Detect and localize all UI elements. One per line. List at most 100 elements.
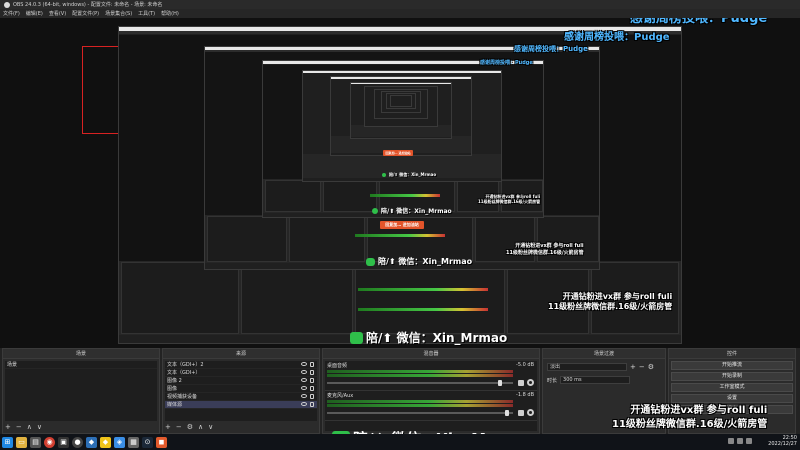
menu-help[interactable]: 帮助(H) bbox=[161, 10, 179, 17]
speaker-icon[interactable] bbox=[518, 380, 524, 386]
transitions-dock-title: 场景过渡 bbox=[543, 349, 665, 359]
lock-icon[interactable] bbox=[310, 370, 314, 375]
menu-scene-collection[interactable]: 场景集合(S) bbox=[105, 10, 132, 17]
promo-line-1: 开通钻粉进vx群 参与roll fuli bbox=[630, 405, 768, 416]
nested-obs-capture bbox=[390, 95, 412, 107]
start-streaming-button[interactable]: 开始推流 bbox=[671, 361, 793, 370]
transition-properties-button[interactable]: ⚙ bbox=[648, 363, 654, 371]
volume-slider-handle[interactable] bbox=[498, 380, 502, 386]
remove-transition-button[interactable]: − bbox=[639, 363, 645, 371]
wechat-overlay-nested: 陪/⬆ 微信：Xin_Mrmao bbox=[350, 329, 507, 346]
tray-icon[interactable] bbox=[728, 438, 734, 444]
promo-text-nested: 开通钻粉进vx群 参与roll fuli 11级粉丝牌微信群.16级/火箭房管 bbox=[548, 292, 673, 311]
danmaku-thanks: 感谢周榜投喂：Pudge bbox=[564, 32, 670, 43]
remove-source-button[interactable]: − bbox=[176, 423, 182, 431]
source-item[interactable]: 图像 2 bbox=[165, 377, 317, 385]
danmaku-thanks: 感谢周榜投喂：Pudge bbox=[514, 45, 588, 53]
move-scene-down-button[interactable]: ∨ bbox=[37, 423, 42, 431]
menu-tools[interactable]: 工具(T) bbox=[138, 10, 155, 17]
lock-icon[interactable] bbox=[310, 362, 314, 367]
add-scene-button[interactable]: + bbox=[5, 423, 11, 431]
promo-text-nested: 开通钻粉进vx群 参与roll fuli 11级粉丝牌微信群.16级/火箭房管 bbox=[478, 194, 541, 204]
nested-audio-meter bbox=[358, 288, 488, 291]
chrome-icon[interactable]: ◉ bbox=[44, 436, 55, 448]
remove-scene-button[interactable]: − bbox=[16, 423, 22, 431]
move-source-up-button[interactable]: ∧ bbox=[198, 423, 203, 431]
audio-meter bbox=[327, 374, 513, 377]
app-icon[interactable]: ◆ bbox=[86, 436, 97, 448]
preview-canvas[interactable]: 回复加… 进加油站 回复加… 进加油站 感谢周榜投喂：Pudge 感谢周榜投喂：… bbox=[0, 18, 800, 348]
visibility-eye-icon[interactable] bbox=[301, 362, 307, 366]
app-icon[interactable]: ▦ bbox=[128, 436, 139, 448]
tray-icon[interactable] bbox=[737, 438, 743, 444]
overlay-orange-label: 回复加… 进加油站 bbox=[383, 150, 413, 156]
windows-taskbar: ⊞ ▭ ▤ ◉ ▣ ● ◆ ◆ ◈ ▦ ⊙ ◼ bbox=[0, 434, 800, 450]
move-scene-up-button[interactable]: ∧ bbox=[27, 423, 32, 431]
tray-icon[interactable] bbox=[746, 438, 752, 444]
controls-dock-title: 控件 bbox=[669, 349, 795, 359]
nested-audio-meter bbox=[370, 194, 440, 197]
sources-dock-title: 来源 bbox=[163, 349, 319, 359]
promo-text-nested: 开通钻粉进vx群 参与roll fuli 11级粉丝牌微信群.16级/火箭房管 bbox=[506, 243, 584, 256]
overlay-orange-label: 回复加… 进加油站 bbox=[380, 221, 424, 229]
mixer-channel-desktop: 桌面音频 -5.0 dB bbox=[325, 361, 537, 391]
menu-file[interactable]: 文件(F) bbox=[3, 10, 20, 17]
windows-start-icon[interactable]: ⊞ bbox=[2, 436, 13, 448]
source-item[interactable]: 视频捕获设备 bbox=[165, 393, 317, 401]
add-transition-button[interactable]: + bbox=[630, 363, 636, 371]
visibility-eye-icon[interactable] bbox=[301, 386, 307, 390]
app-icon[interactable]: ◆ bbox=[100, 436, 111, 448]
audio-meter bbox=[327, 370, 513, 373]
app-icon[interactable]: ◈ bbox=[114, 436, 125, 448]
lock-icon[interactable] bbox=[310, 394, 314, 399]
menu-view[interactable]: 查看(V) bbox=[49, 10, 66, 17]
scenes-list: 场景 bbox=[5, 361, 157, 421]
volume-slider[interactable] bbox=[327, 382, 513, 384]
menubar: 文件(F) 编辑(E) 查看(V) 配置文件(P) 场景集合(S) 工具(T) … bbox=[0, 9, 800, 18]
wechat-icon bbox=[382, 173, 386, 177]
sources-dock: 来源 文本（GDI+）2 文本（GDI+） 图像 2 图像 视频捕获设备 媒体源… bbox=[162, 348, 320, 434]
source-item[interactable]: 文本（GDI+）2 bbox=[165, 361, 317, 369]
menu-profile[interactable]: 配置文件(P) bbox=[72, 10, 99, 17]
move-source-down-button[interactable]: ∨ bbox=[208, 423, 213, 431]
steam-icon[interactable]: ⊙ bbox=[142, 436, 153, 448]
wechat-icon bbox=[350, 331, 363, 344]
start-recording-button[interactable]: 开始录制 bbox=[671, 372, 793, 381]
lock-icon[interactable] bbox=[310, 378, 314, 383]
app-icon[interactable]: ▣ bbox=[58, 436, 69, 448]
scene-item[interactable]: 场景 bbox=[5, 361, 157, 369]
visibility-eye-icon[interactable] bbox=[301, 402, 307, 406]
wechat-icon bbox=[372, 207, 378, 214]
lock-icon[interactable] bbox=[310, 402, 314, 407]
obs-taskbar-icon[interactable]: ● bbox=[72, 436, 83, 448]
channel-db: -1.8 dB bbox=[516, 392, 534, 398]
volume-slider-handle[interactable] bbox=[505, 410, 509, 416]
source-item[interactable]: 文本（GDI+） bbox=[165, 369, 317, 377]
store-icon[interactable]: ▤ bbox=[30, 436, 41, 448]
nested-audio-meter bbox=[358, 308, 488, 311]
gear-icon[interactable] bbox=[527, 409, 534, 416]
file-explorer-icon[interactable]: ▭ bbox=[16, 436, 27, 448]
source-item-selected[interactable]: 媒体源 bbox=[165, 401, 317, 409]
visibility-eye-icon[interactable] bbox=[301, 370, 307, 374]
studio-mode-button[interactable]: 工作室模式 bbox=[671, 383, 793, 392]
visibility-eye-icon[interactable] bbox=[301, 394, 307, 398]
source-item[interactable]: 图像 bbox=[165, 385, 317, 393]
mixer-dock-title: 混音器 bbox=[323, 349, 539, 359]
duration-input[interactable]: 300 ms bbox=[560, 376, 631, 384]
menu-edit[interactable]: 编辑(E) bbox=[26, 10, 43, 17]
source-properties-button[interactable]: ⚙ bbox=[187, 423, 193, 431]
danmaku-thanks: 感谢周榜投喂：Pudge bbox=[480, 60, 533, 66]
taskbar-clock[interactable]: 22:50 2022/12/27 bbox=[768, 435, 797, 447]
add-source-button[interactable]: + bbox=[165, 423, 171, 431]
speaker-icon[interactable] bbox=[518, 410, 524, 416]
volume-slider[interactable] bbox=[327, 412, 513, 414]
mixer-channels: 桌面音频 -5.0 dB 麦克风/Aux -1.8 dB bbox=[325, 361, 537, 431]
audio-meter bbox=[327, 400, 513, 403]
settings-button[interactable]: 设置 bbox=[671, 394, 793, 403]
gear-icon[interactable] bbox=[527, 379, 534, 386]
transition-select[interactable]: 淡出 bbox=[547, 363, 627, 371]
app-icon[interactable]: ◼ bbox=[156, 436, 167, 448]
visibility-eye-icon[interactable] bbox=[301, 378, 307, 382]
lock-icon[interactable] bbox=[310, 386, 314, 391]
